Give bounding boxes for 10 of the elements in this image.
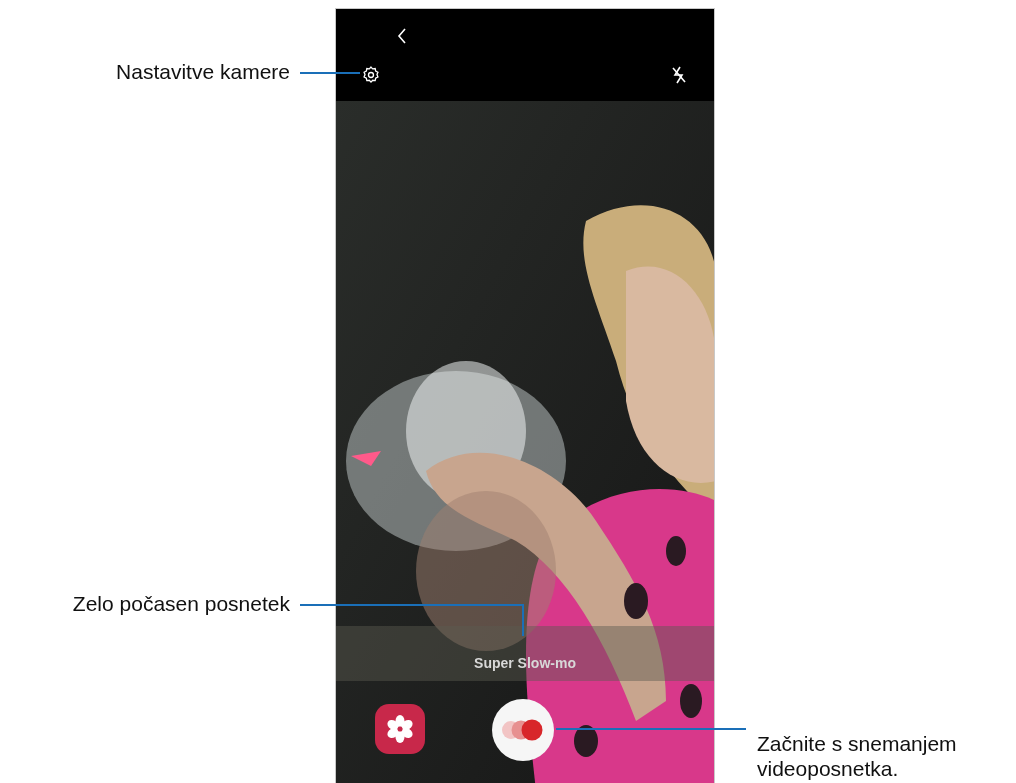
- back-icon[interactable]: [396, 27, 408, 45]
- flash-off-icon[interactable]: [670, 65, 688, 85]
- callout-label: Nastavitve kamere: [116, 59, 290, 85]
- settings-icon[interactable]: [361, 65, 381, 85]
- record-dots-icon: [501, 718, 545, 742]
- callout-label: Zelo počasen posnetek: [72, 591, 290, 617]
- flower-icon: [385, 714, 415, 744]
- leader-line: [300, 72, 360, 74]
- callout-label: Začnite s snemanjem videoposnetka.: [757, 731, 958, 781]
- effect-button[interactable]: [375, 704, 425, 754]
